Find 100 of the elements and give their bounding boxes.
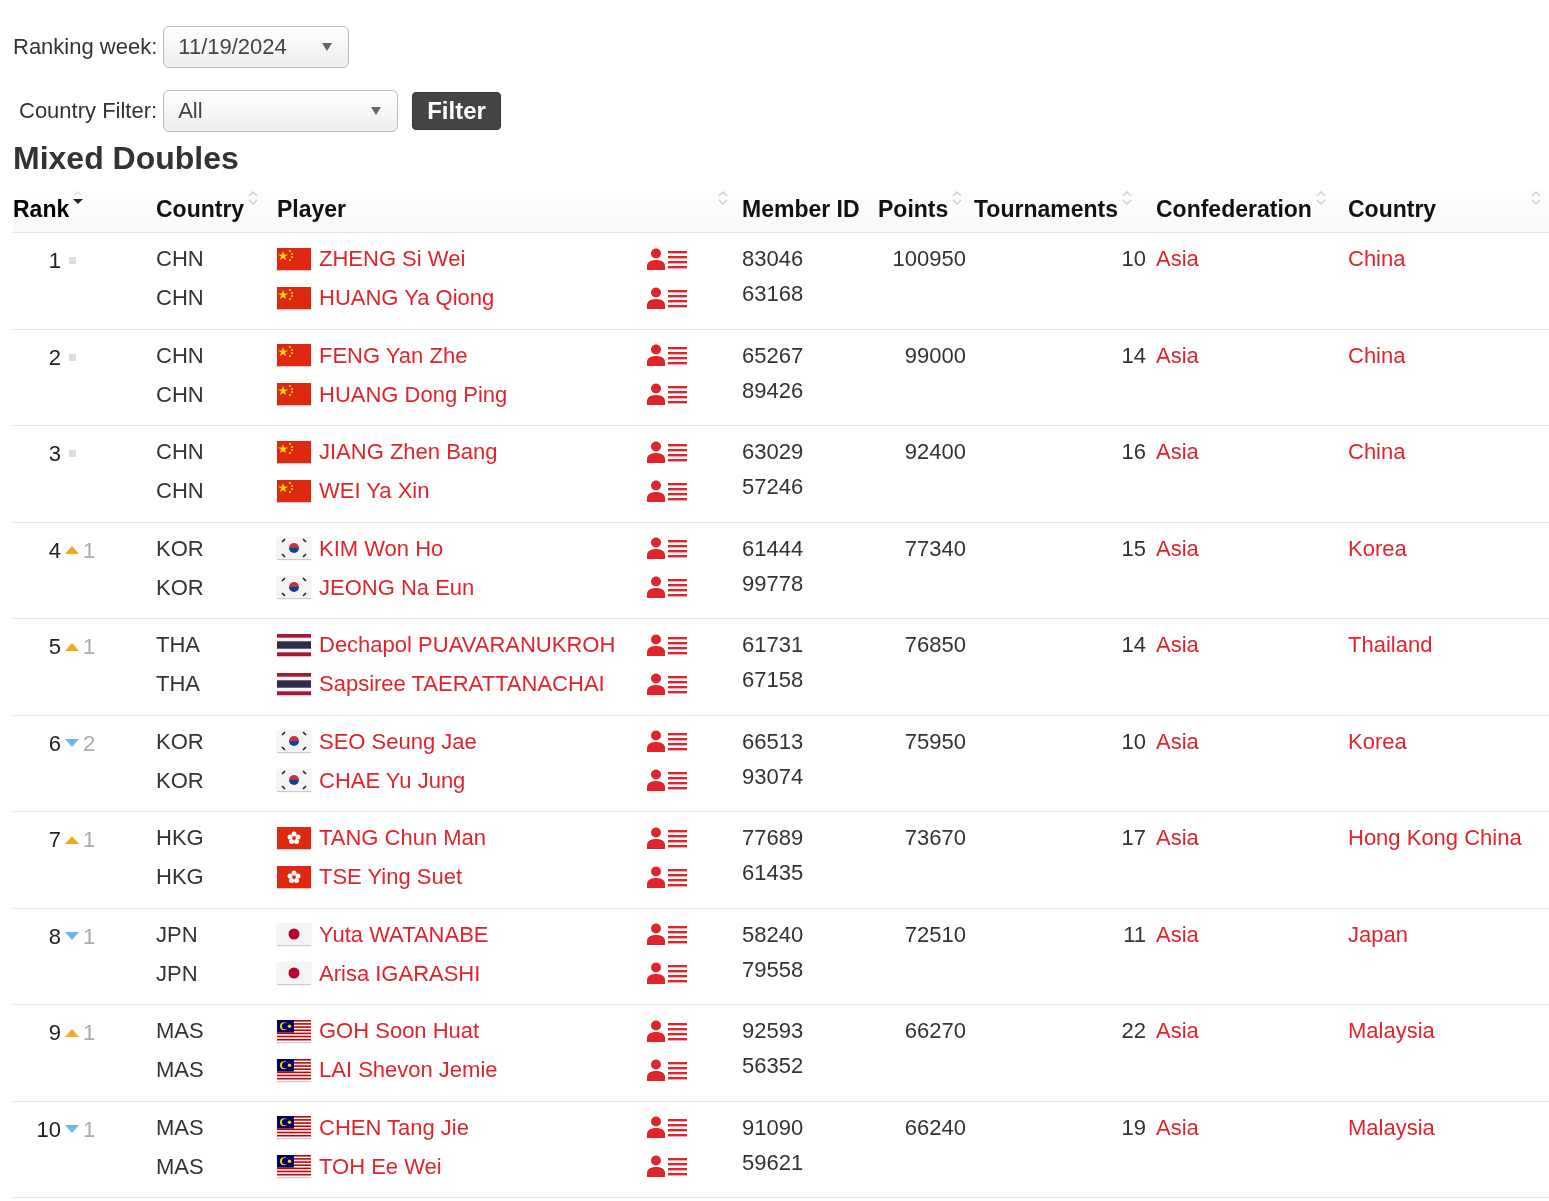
player-profile-icon[interactable] (647, 344, 687, 366)
rank-number: 7 (47, 826, 61, 854)
player-profile-icon[interactable] (647, 826, 687, 849)
country-link[interactable]: China (1348, 342, 1406, 368)
rank-change: 1 (83, 633, 96, 661)
country-link[interactable]: Thailand (1348, 632, 1433, 657)
points-value: 73670 (904, 825, 966, 850)
player-profile-icon[interactable] (647, 576, 687, 598)
player-profile-icon[interactable] (647, 1116, 687, 1138)
tournaments-count: 10 (1121, 246, 1146, 271)
country-link[interactable]: China (1348, 246, 1406, 271)
player-name-link[interactable]: Arisa IGARASHI (319, 953, 481, 993)
player-name-link[interactable]: HUANG Dong Ping (319, 374, 508, 414)
player-name-link[interactable]: GOH Soon Huat (319, 1011, 480, 1050)
player-profile-icon[interactable] (647, 286, 687, 309)
player-name-link[interactable]: Dechapol PUAVARANUKROH (319, 625, 616, 664)
country-link[interactable]: Korea (1348, 535, 1407, 561)
country-code: JPN (156, 959, 199, 988)
column-header[interactable]: Country (156, 195, 259, 223)
sort-icon[interactable] (73, 189, 84, 206)
filter-button[interactable]: Filter (412, 92, 501, 130)
country-link[interactable]: Japan (1348, 921, 1408, 947)
country-code: MAS (156, 1017, 205, 1045)
confederation-link[interactable]: Asia (1156, 1114, 1199, 1140)
country-link[interactable]: Malaysia (1348, 1114, 1435, 1140)
column-header[interactable]: Player (277, 195, 728, 223)
player-profile-icon[interactable] (647, 247, 687, 270)
player-profile-icon[interactable] (647, 769, 687, 791)
tournaments-count: 11 (1123, 921, 1146, 947)
player-name-link[interactable]: TSE Ying Suet (319, 857, 463, 896)
rank-number: 3 (47, 440, 61, 468)
member-id: 92593 (742, 1017, 805, 1045)
player-name-link[interactable]: Sapsiree TAERATTANACHAI (319, 664, 605, 703)
country-link[interactable]: Malaysia (1348, 1018, 1435, 1043)
column-header[interactable]: Tournaments (974, 195, 1132, 223)
points-value: 75950 (904, 728, 966, 754)
player-profile-icon[interactable] (647, 865, 687, 888)
player-profile-icon[interactable] (647, 633, 687, 656)
player-name-link[interactable]: KIM Won Ho (319, 528, 444, 568)
confederation-link[interactable]: Asia (1156, 728, 1199, 754)
flag-icon (277, 479, 311, 502)
player-profile-icon[interactable] (647, 672, 687, 695)
country-link[interactable]: China (1348, 439, 1406, 464)
member-id: 66513 (742, 727, 805, 756)
confederation-link[interactable]: Asia (1156, 342, 1199, 368)
player-profile-icon[interactable] (647, 537, 687, 559)
tournaments-count: 19 (1121, 1114, 1146, 1140)
member-id: 65267 (742, 341, 805, 370)
ranking-week-dropdown[interactable]: 11/19/2024 (163, 26, 350, 68)
player-name-link[interactable]: ZHENG Si Wei (319, 239, 466, 278)
column-header[interactable]: Points (878, 195, 963, 223)
player-profile-icon[interactable] (647, 440, 687, 463)
country-link[interactable]: Korea (1348, 728, 1407, 754)
flag-icon (277, 286, 311, 309)
member-id: 63168 (742, 280, 805, 308)
player-name-link[interactable]: TOH Ee Wei (319, 1146, 442, 1186)
player-name-link[interactable]: Yuta WATANABE (319, 914, 489, 954)
member-id: 93074 (742, 762, 805, 791)
country-code: THA (156, 631, 201, 659)
player-name-link[interactable]: HUANG Ya Qiong (319, 278, 495, 317)
confederation-link[interactable]: Asia (1156, 439, 1199, 464)
player-name-link[interactable]: JEONG Na Eun (319, 567, 475, 607)
column-header[interactable]: Rank (13, 195, 84, 223)
confederation-link[interactable]: Asia (1156, 825, 1199, 850)
player-profile-icon[interactable] (647, 1058, 687, 1081)
confederation-link[interactable]: Asia (1156, 1018, 1199, 1043)
player-name-link[interactable]: LAI Shevon Jemie (319, 1050, 498, 1089)
player-name-link[interactable]: TANG Chun Man (319, 818, 487, 857)
country-code: KOR (156, 766, 205, 795)
country-filter-dropdown[interactable]: All (163, 90, 399, 132)
member-id: 99778 (742, 569, 805, 598)
player-profile-icon[interactable] (647, 1019, 687, 1042)
player-name-link[interactable]: JIANG Zhen Bang (319, 432, 498, 471)
country-code: CHN (156, 245, 205, 273)
player-profile-icon[interactable] (647, 383, 687, 405)
confederation-link[interactable]: Asia (1156, 535, 1199, 561)
player-profile-icon[interactable] (647, 962, 687, 984)
column-header[interactable]: Country (1348, 195, 1541, 223)
caret-icon (371, 107, 382, 115)
rank-number: 1 (47, 247, 61, 275)
player-name-link[interactable]: CHEN Tang Jie (319, 1107, 469, 1147)
member-id: 91090 (742, 1113, 805, 1142)
player-profile-icon[interactable] (647, 1155, 687, 1177)
confederation-link[interactable]: Asia (1156, 246, 1199, 271)
tournaments-count: 14 (1121, 632, 1146, 657)
player-profile-icon[interactable] (647, 730, 687, 752)
country-link[interactable]: Hong Kong China (1348, 825, 1522, 850)
country-code: KOR (156, 727, 205, 756)
player-name-link[interactable]: FENG Yan Zhe (319, 335, 468, 375)
rank-change: 1 (83, 826, 96, 854)
country-filter-label: Country Filter: (19, 98, 158, 124)
player-name-link[interactable]: SEO Seung Jae (319, 721, 477, 761)
confederation-link[interactable]: Asia (1156, 921, 1199, 947)
player-name-link[interactable]: CHAE Yu Jung (319, 760, 466, 800)
column-header[interactable]: Confederation (1156, 195, 1326, 223)
flag-icon (277, 344, 311, 366)
player-profile-icon[interactable] (647, 479, 687, 502)
confederation-link[interactable]: Asia (1156, 632, 1199, 657)
player-profile-icon[interactable] (647, 923, 687, 945)
player-name-link[interactable]: WEI Ya Xin (319, 471, 430, 510)
